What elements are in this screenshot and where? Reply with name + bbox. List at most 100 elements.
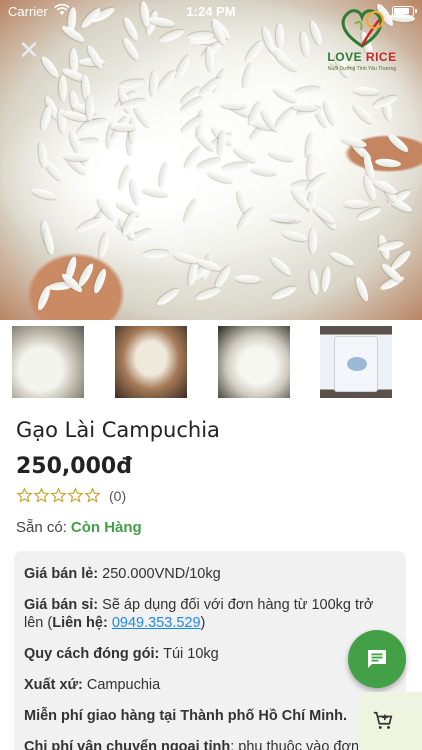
rice-grain — [35, 284, 53, 312]
star-icon[interactable] — [50, 487, 67, 504]
rice-grain — [242, 39, 265, 66]
contact-label: Liên hệ: — [52, 615, 108, 631]
rice-grain — [294, 85, 322, 98]
rice-grain — [273, 105, 297, 130]
rice-grain — [309, 227, 318, 254]
origin-value: Campuchia — [86, 677, 161, 693]
rice-grain — [30, 186, 58, 202]
rice-grain — [143, 249, 170, 259]
rice-grain — [308, 268, 321, 296]
rice-grain — [267, 149, 295, 164]
free-shipping-text: Miễn phí giao hàng tại Thành phố Hồ Chí … — [24, 708, 347, 724]
thumbnail-4[interactable] — [320, 326, 392, 398]
retail-price-label: Giá bán lẻ: — [24, 566, 99, 582]
packing-label: Quy cách đóng gói: — [24, 646, 160, 662]
shipping-cost-label: Chi phí vận chuyển ngoại tỉnh — [24, 739, 231, 750]
rice-bag-image — [334, 336, 378, 392]
rice-grain — [353, 275, 371, 303]
rice-grain — [352, 85, 379, 96]
rice-grain — [157, 161, 171, 189]
retail-price-line: Giá bán lẻ: 250.000VND/10kg — [24, 565, 396, 583]
rice-grain — [85, 95, 94, 122]
add-to-cart-button[interactable] — [358, 692, 422, 750]
rice-grain — [38, 104, 53, 132]
brand-slogan: Nuôi Dưỡng Tình Yêu Thương — [327, 66, 397, 72]
rice-grain — [84, 43, 105, 70]
brand-love: LOVE — [327, 50, 366, 64]
rice-grain — [275, 23, 284, 50]
close-icon[interactable]: ✕ — [18, 35, 40, 65]
rice-grain — [240, 62, 256, 91]
rice-grain — [195, 155, 223, 173]
rice-grain — [385, 131, 411, 155]
origin-label: Xuất xứ: — [24, 677, 83, 693]
wholesale-close: ) — [200, 615, 206, 631]
rice-grain — [59, 75, 68, 102]
rice-grain — [91, 267, 109, 295]
chat-button[interactable] — [348, 630, 406, 688]
star-rating[interactable] — [16, 487, 101, 504]
rice-grain — [350, 101, 375, 126]
rice-grain — [155, 68, 179, 94]
rice-grain — [38, 54, 61, 80]
rice-grain — [355, 205, 383, 224]
thumbnail-3[interactable] — [218, 326, 290, 398]
rice-grain — [42, 228, 56, 256]
rice-grain — [375, 157, 402, 169]
brand-name: LOVE RICE — [320, 50, 404, 64]
rice-grain — [128, 178, 142, 206]
add-to-cart-icon[interactable] — [372, 710, 394, 732]
rice-grain — [270, 283, 298, 302]
packing-value: Túi 10kg — [163, 646, 219, 662]
rice-grain — [173, 53, 193, 81]
brand-rice: RICE — [365, 50, 397, 64]
rice-grain — [158, 27, 186, 45]
product-price: 250,000đ — [16, 454, 132, 479]
rice-grain — [118, 77, 146, 90]
wholesale-price-label: Giá bán sỉ: — [24, 597, 99, 613]
rice-grain — [194, 286, 222, 303]
packing-line: Quy cách đóng gói: Túi 10kg — [24, 645, 396, 663]
star-icon[interactable] — [33, 487, 50, 504]
rice-grain — [140, 186, 169, 199]
brand-logo: LOVE RICE Nuôi Dưỡng Tình Yêu Thương — [320, 6, 404, 76]
rice-grain — [121, 36, 142, 63]
rating-count: (0) — [109, 487, 127, 504]
stock-label: Sẵn có: — [16, 519, 67, 536]
thumbnail-strip — [0, 322, 422, 400]
wholesale-price-line: Giá bán sỉ: Sẽ áp dụng đối với đơn hàng … — [24, 596, 396, 632]
thumbnail-1[interactable] — [12, 326, 84, 398]
rice-grain — [259, 25, 276, 53]
star-icon[interactable] — [16, 487, 33, 504]
rating-row[interactable]: (0) — [16, 487, 126, 504]
product-details-box: Giá bán lẻ: 250.000VND/10kg Giá bán sỉ: … — [14, 551, 406, 750]
rice-grain — [221, 160, 249, 174]
shipping-cost-line: Chi phí vận chuyển ngoại tỉnh: phụ thuộc… — [24, 738, 396, 750]
star-icon[interactable] — [67, 487, 84, 504]
rice-grain — [172, 250, 200, 266]
stock-status: Sẵn có: Còn Hàng — [16, 519, 142, 536]
retail-price-value: 250.000VND/10kg — [102, 566, 221, 582]
rice-grain — [320, 265, 333, 293]
rice-grain — [97, 231, 112, 259]
stock-value: Còn Hàng — [70, 519, 142, 536]
free-shipping-line: Miễn phí giao hàng tại Thành phố Hồ Chí … — [24, 707, 396, 725]
rice-grain — [299, 30, 312, 58]
shipping-cost-value: : phụ thuộc vào đơn — [230, 739, 360, 750]
close-button[interactable]: ✕ — [17, 35, 41, 65]
rice-grain — [361, 174, 378, 202]
rice-grain — [250, 164, 278, 177]
rice-grain — [281, 228, 309, 244]
chat-icon[interactable] — [365, 647, 389, 671]
rice-grain — [235, 274, 262, 284]
origin-line: Xuất xứ: Campuchia — [24, 676, 396, 694]
product-title: Gạo Lài Campuchia — [16, 418, 220, 442]
rice-grain — [342, 199, 369, 209]
rice-grain — [268, 254, 294, 278]
rice-grain — [76, 261, 97, 289]
heart-leaf-icon — [341, 9, 384, 48]
star-icon[interactable] — [84, 487, 101, 504]
thumbnail-2[interactable] — [115, 326, 187, 398]
contact-phone-link[interactable]: 0949.353.529 — [112, 615, 201, 631]
rice-grain — [182, 198, 201, 225]
